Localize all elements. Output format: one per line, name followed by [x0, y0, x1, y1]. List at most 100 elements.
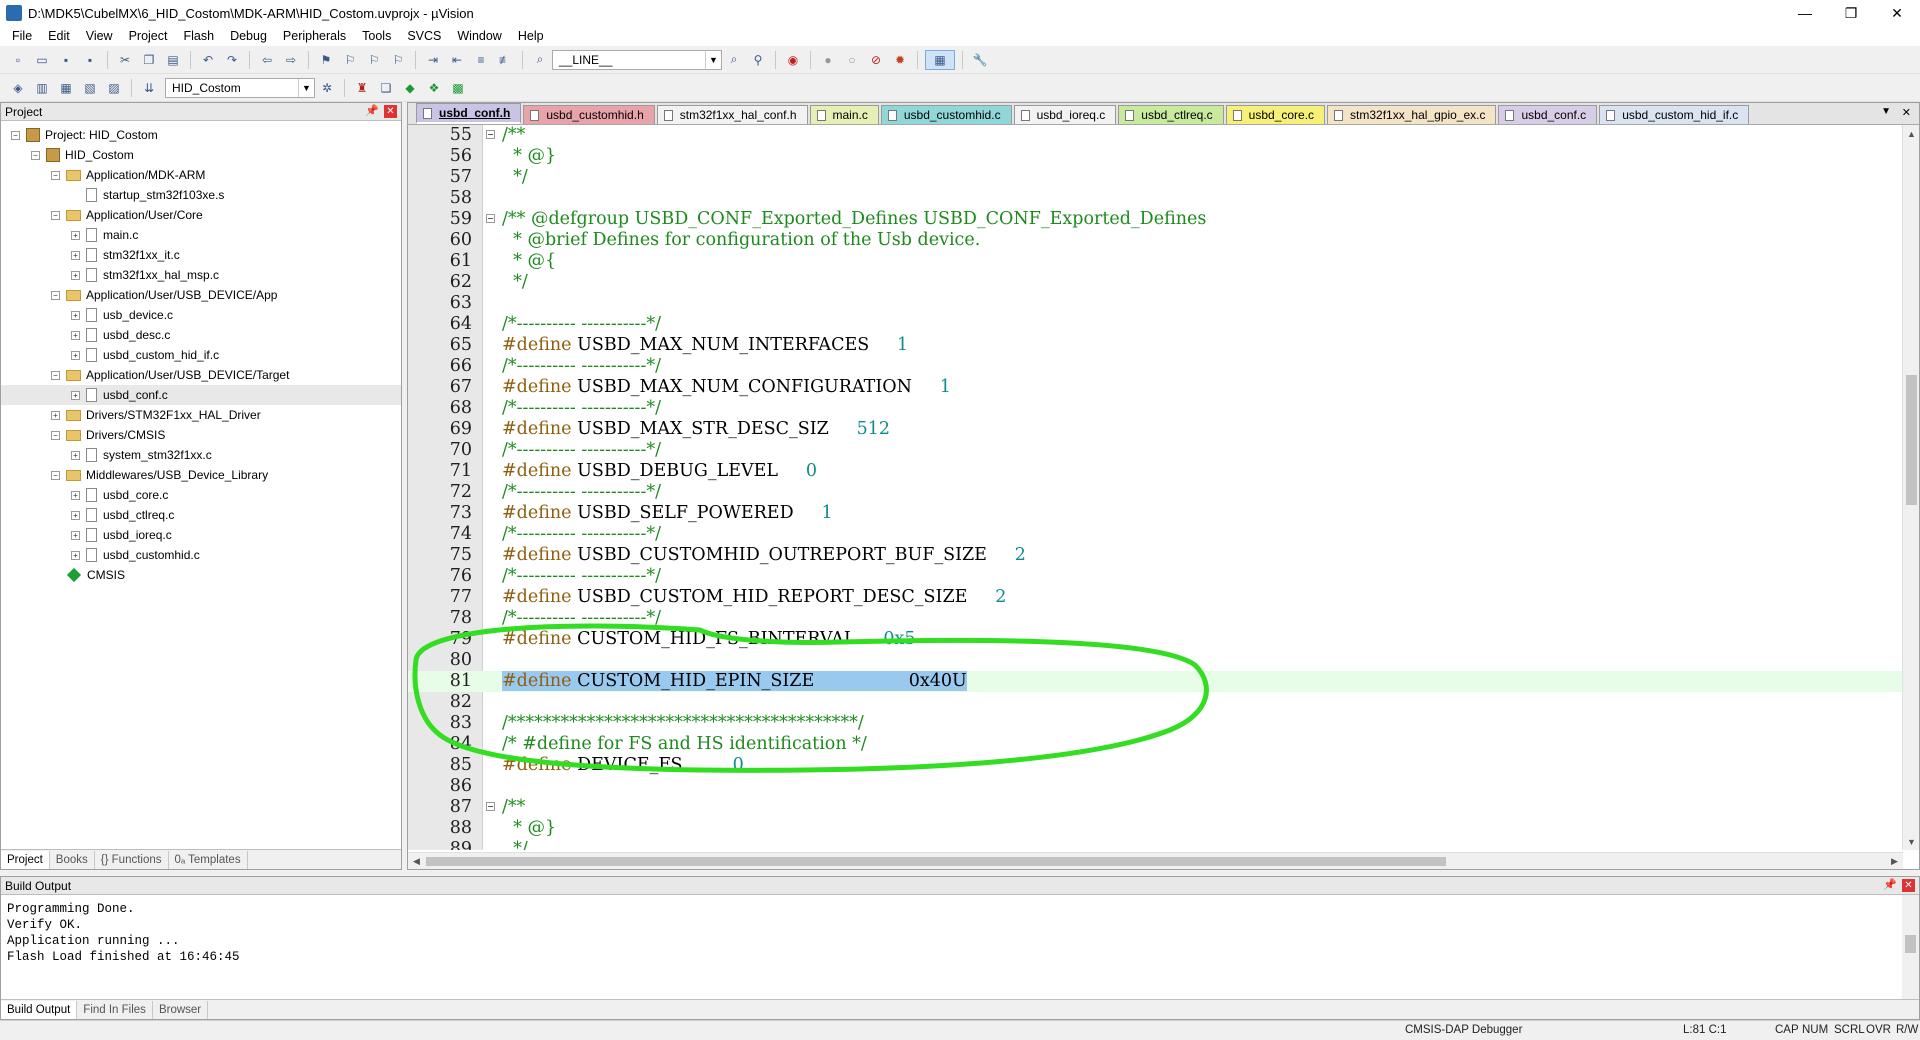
pin-icon[interactable]: 📌: [365, 104, 379, 117]
tree-item[interactable]: − Project: HID_Costom: [1, 125, 401, 145]
expand-icon[interactable]: +: [71, 550, 80, 560]
collapse-icon[interactable]: −: [51, 210, 60, 220]
translate-icon[interactable]: ◈: [8, 78, 28, 98]
tab-templates[interactable]: 0ₐ Templates: [169, 850, 248, 869]
tab-functions[interactable]: {} Functions: [95, 850, 169, 869]
new-file-icon[interactable]: ▫: [8, 50, 28, 70]
code-area[interactable]: 55−/** 56 * @} 57 */58 59−/** @defgroup USB…: [408, 125, 1903, 850]
editor-tab[interactable]: usbd_custom_hid_if.c: [1599, 105, 1750, 124]
file-extensions-icon[interactable]: ❏: [376, 78, 396, 98]
debug-session-icon[interactable]: ◉: [783, 50, 803, 70]
collapse-icon[interactable]: −: [51, 470, 60, 480]
tree-item[interactable]: − Application/MDK-ARM: [1, 165, 401, 185]
menu-window[interactable]: Window: [449, 29, 509, 43]
expand-icon[interactable]: +: [71, 270, 80, 280]
fold-toggle-icon[interactable]: −: [486, 802, 495, 811]
tab-list-icon[interactable]: ▼: [1881, 106, 1891, 117]
pack-installer-icon[interactable]: ▩: [448, 78, 468, 98]
menu-flash[interactable]: Flash: [175, 29, 222, 43]
menu-view[interactable]: View: [78, 29, 121, 43]
code-line[interactable]: 87 −/**: [408, 797, 1903, 818]
pin-icon[interactable]: 📌: [1883, 878, 1897, 891]
tree-item[interactable]: + usbd_conf.c: [1, 385, 401, 405]
chevron-down-icon[interactable]: ▼: [705, 50, 721, 69]
collapse-icon[interactable]: −: [11, 130, 20, 140]
rebuild-icon[interactable]: ▦: [56, 78, 76, 98]
tree-item[interactable]: + usbd_ioreq.c: [1, 525, 401, 545]
code-line[interactable]: 80: [408, 650, 1903, 671]
expand-icon[interactable]: +: [71, 330, 80, 340]
build-output-scrollbar[interactable]: [1902, 895, 1919, 999]
tree-item[interactable]: + usbd_ctlreq.c: [1, 505, 401, 525]
fold-toggle-icon[interactable]: −: [486, 130, 495, 139]
code-line[interactable]: 83 /*************************************…: [408, 713, 1903, 734]
editor-tab[interactable]: usbd_ctlreq.c: [1118, 105, 1224, 124]
copy-icon[interactable]: ❐: [139, 50, 159, 70]
code-line[interactable]: 72 /*---------- -----------*/: [408, 482, 1903, 503]
minimize-button[interactable]: —: [1782, 0, 1828, 26]
code-line[interactable]: 73 #define USBD_SELF_POWERED 1: [408, 503, 1903, 524]
expand-icon[interactable]: +: [71, 510, 80, 520]
stop-build-icon[interactable]: ▨: [104, 78, 124, 98]
code-line[interactable]: 70 /*---------- -----------*/: [408, 440, 1903, 461]
code-line[interactable]: 89 */: [408, 839, 1903, 850]
scroll-down-icon[interactable]: ▼: [1903, 833, 1920, 850]
cut-icon[interactable]: ✂: [115, 50, 135, 70]
incremental-find-icon[interactable]: ⚲: [748, 50, 768, 70]
bookmark-icon[interactable]: ⚑: [316, 50, 336, 70]
tree-item[interactable]: + stm32f1xx_hal_msp.c: [1, 265, 401, 285]
expand-icon[interactable]: +: [71, 250, 80, 260]
code-line[interactable]: 66 /*---------- -----------*/: [408, 356, 1903, 377]
open-file-icon[interactable]: ▭: [32, 50, 52, 70]
editor-tab[interactable]: main.c: [809, 105, 879, 124]
scrollbar-thumb[interactable]: [1905, 935, 1916, 953]
menu-edit[interactable]: Edit: [40, 29, 78, 43]
prev-bookmark-icon[interactable]: ⚐: [340, 50, 360, 70]
save-icon[interactable]: ▪: [56, 50, 76, 70]
close-icon[interactable]: ✕: [384, 105, 397, 118]
target-select[interactable]: HID_Costom ▼: [165, 77, 315, 98]
redo-icon[interactable]: ↷: [222, 50, 242, 70]
find-combo[interactable]: __LINE__ ▼: [552, 49, 722, 70]
code-line[interactable]: 67 #define USBD_MAX_NUM_CONFIGURATION 1: [408, 377, 1903, 398]
code-line[interactable]: 78 /*---------- -----------*/: [408, 608, 1903, 629]
menu-svcs[interactable]: SVCS: [399, 29, 449, 43]
scroll-left-icon[interactable]: ◀: [408, 853, 425, 870]
fold-toggle-icon[interactable]: −: [486, 214, 495, 223]
tree-item[interactable]: + stm32f1xx_it.c: [1, 245, 401, 265]
collapse-icon[interactable]: −: [51, 370, 60, 380]
code-line[interactable]: 79 #define CUSTOM_HID_FS_BINTERVAL 0x5: [408, 629, 1903, 650]
tree-item[interactable]: + usbd_customhid.c: [1, 545, 401, 565]
expand-icon[interactable]: +: [51, 410, 60, 420]
unindent-icon[interactable]: ⇤: [447, 50, 467, 70]
uncomment-icon[interactable]: ≢: [495, 50, 515, 70]
tree-item[interactable]: CMSIS: [1, 565, 401, 585]
code-line[interactable]: 84 /* #define for FS and HS identificatio…: [408, 734, 1903, 755]
code-line[interactable]: 64 /*---------- -----------*/: [408, 314, 1903, 335]
configure-icon[interactable]: 🔧: [970, 50, 990, 70]
maximize-button[interactable]: ❐: [1828, 0, 1874, 26]
editor-tab[interactable]: usbd_conf.h: [416, 103, 522, 124]
code-line[interactable]: 75 #define USBD_CUSTOMHID_OUTREPORT_BUF_S…: [408, 545, 1903, 566]
code-line[interactable]: 82: [408, 692, 1903, 713]
menu-peripherals[interactable]: Peripherals: [275, 29, 354, 43]
code-line[interactable]: 71 #define USBD_DEBUG_LEVEL 0: [408, 461, 1903, 482]
collapse-icon[interactable]: −: [51, 290, 60, 300]
breakpoint-icon[interactable]: ●: [818, 50, 838, 70]
save-all-icon[interactable]: ▪: [80, 50, 100, 70]
tab-find-in-files[interactable]: Find In Files: [77, 1000, 153, 1019]
download-icon[interactable]: ⇊: [139, 78, 159, 98]
tree-item[interactable]: + usbd_desc.c: [1, 325, 401, 345]
code-line[interactable]: 60 * @brief Defines for configuration of…: [408, 230, 1903, 251]
code-line[interactable]: 81 #define CUSTOM_HID_EPIN_SIZE 0x40U: [408, 671, 1903, 692]
code-line[interactable]: 58: [408, 188, 1903, 209]
indent-icon[interactable]: ⇥: [423, 50, 443, 70]
editor-tab[interactable]: usbd_conf.c: [1498, 105, 1598, 124]
tree-item[interactable]: + usbd_core.c: [1, 485, 401, 505]
tree-item[interactable]: − Middlewares/USB_Device_Library: [1, 465, 401, 485]
close-button[interactable]: ✕: [1874, 0, 1920, 26]
code-line[interactable]: 56 * @}: [408, 146, 1903, 167]
expand-icon[interactable]: +: [71, 450, 80, 460]
collapse-icon[interactable]: −: [31, 150, 40, 160]
tree-item[interactable]: − Drivers/CMSIS: [1, 425, 401, 445]
